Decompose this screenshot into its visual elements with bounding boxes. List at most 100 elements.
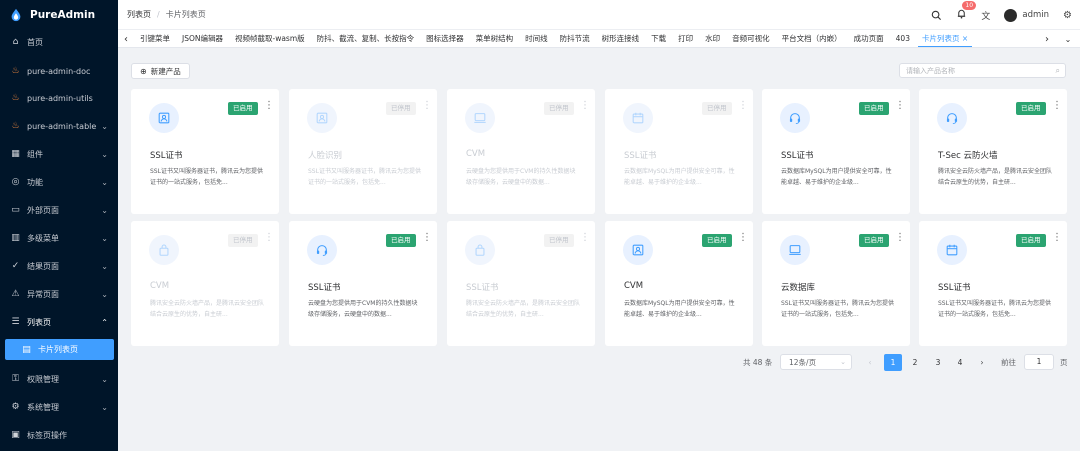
chevron-down-icon: ⌄ xyxy=(101,402,108,412)
sidebar-item-features[interactable]: ◎ 功能 ⌄ xyxy=(0,172,118,192)
tag-item[interactable]: 403 xyxy=(890,30,916,47)
product-card[interactable]: 已启用 ⋮ SSL证书 云硬盘为您提供用于CVM的持久性数据块级存储服务，云硬盘中的数… xyxy=(289,221,437,346)
breadcrumb-item[interactable]: 列表页 xyxy=(127,9,151,20)
tags-scroll-left-icon[interactable]: ‹ xyxy=(118,30,134,47)
translate-icon[interactable]: 文 xyxy=(981,9,990,22)
more-options-icon[interactable]: ⋮ xyxy=(1052,101,1062,111)
card-description: 云数据库MySQL为用户提供安全可靠，性能卓越、易于维护的企业级... xyxy=(781,168,892,186)
monitor-icon xyxy=(788,243,802,257)
page-button-2[interactable]: 2 xyxy=(906,354,924,371)
sidebar-item-system[interactable]: ⚙ 系统管理 ⌄ xyxy=(0,397,118,417)
sidebar-item-card-list[interactable]: ▤ 卡片列表页 xyxy=(5,339,114,360)
tags-scroll-right-icon[interactable]: › xyxy=(1039,30,1055,47)
tags-more-icon[interactable]: ⌄ xyxy=(1060,30,1076,47)
more-options-icon[interactable]: ⋮ xyxy=(1052,233,1062,243)
product-card[interactable]: 已停用 ⋮ SSL证书 云数据库MySQL为用户提供安全可靠，性能卓越、易于维护的企业… xyxy=(605,89,753,214)
sidebar-item-list-pages[interactable]: ☰ 列表页 ⌃ xyxy=(0,312,118,332)
sidebar-item-external-pages[interactable]: ▭ 外部页面 ⌄ xyxy=(0,200,118,220)
page-button-4[interactable]: 4 xyxy=(951,354,969,371)
product-icon-wrap xyxy=(623,235,653,265)
sidebar-item-label: 首页 xyxy=(27,37,43,47)
more-options-icon[interactable]: ⋮ xyxy=(895,101,905,111)
card-title: SSL证书 xyxy=(624,151,657,161)
sidebar-item-tab-operations[interactable]: ▣ 标签页操作 xyxy=(0,425,118,445)
tag-item[interactable]: 图标选择器 xyxy=(420,30,470,47)
tag-item[interactable]: 成功页面 xyxy=(848,30,890,47)
more-options-icon[interactable]: ⋮ xyxy=(264,233,274,243)
sidebar-item-permissions[interactable]: ⚿ 权限管理 ⌄ xyxy=(0,369,118,389)
product-card[interactable]: 已启用 ⋮ SSL证书 SSL证书又叫服务器证书，腾讯云为您提供证书的一站式服务，包括… xyxy=(131,89,279,214)
warning-icon: ⚠ xyxy=(11,289,20,299)
tag-item[interactable]: 树形连接线 xyxy=(596,30,646,47)
card-title: SSL证书 xyxy=(466,283,499,293)
tag-item[interactable]: 引键菜单 xyxy=(134,30,176,47)
pagination: 共 48 条 12条/页 ⌄ ‹ 1 2 3 4 › 前往 1 页 xyxy=(118,352,1080,372)
calendar-icon xyxy=(945,243,959,257)
bag-icon xyxy=(157,243,171,257)
tag-item[interactable]: 视频帧截取-wasm版 xyxy=(229,30,311,47)
tag-item-active[interactable]: 卡片列表页 × xyxy=(916,30,974,47)
sidebar-item-components[interactable]: ▦ 组件 ⌄ xyxy=(0,144,118,164)
product-card[interactable]: 已启用 ⋮ T-Sec 云防火墙 腾讯安全云防火墙产品，是腾讯云安全团队结合云原生的优… xyxy=(919,89,1067,214)
more-options-icon[interactable]: ⋮ xyxy=(422,101,432,111)
tag-item[interactable]: JSON编辑器 xyxy=(176,30,229,47)
next-page-button[interactable]: › xyxy=(973,354,991,371)
header-actions: 10 文 admin ⚙ xyxy=(931,0,1072,30)
chevron-down-icon: ⌄ xyxy=(101,149,108,159)
brand[interactable]: PureAdmin xyxy=(0,0,118,30)
sidebar-item-pure-admin-table[interactable]: ♨ pure-admin-table ⌄ xyxy=(0,116,118,136)
goto-label: 前往 xyxy=(1001,358,1016,367)
search-icon[interactable] xyxy=(931,10,942,21)
more-options-icon[interactable]: ⋮ xyxy=(738,101,748,111)
tag-item[interactable]: 打印 xyxy=(672,30,699,47)
product-card[interactable]: 已启用 ⋮ SSL证书 云数据库MySQL为用户提供安全可靠，性能卓越、易于维护的企业… xyxy=(762,89,910,214)
tag-item[interactable]: 防抖节流 xyxy=(554,30,596,47)
notification-button[interactable]: 10 xyxy=(956,1,977,22)
product-card[interactable]: 已启用 ⋮ 云数据库 SSL证书又叫服务器证书，腾讯云为您提供证书的一站式服务，包括免… xyxy=(762,221,910,346)
sidebar-item-label: 卡片列表页 xyxy=(38,345,78,354)
page-button-1[interactable]: 1 xyxy=(884,354,902,371)
product-card[interactable]: 已停用 ⋮ SSL证书 腾讯安全云防火墙产品，是腾讯云安全团队结合云原生的优势，自主研… xyxy=(447,221,595,346)
tag-item[interactable]: 时间线 xyxy=(519,30,554,47)
product-icon-wrap xyxy=(307,103,337,133)
user-menu[interactable]: admin xyxy=(1004,8,1049,22)
more-options-icon[interactable]: ⋮ xyxy=(738,233,748,243)
more-options-icon[interactable]: ⋮ xyxy=(895,233,905,243)
more-options-icon[interactable]: ⋮ xyxy=(580,101,590,111)
sidebar-item-home[interactable]: ⌂ 首页 xyxy=(0,32,118,52)
new-product-button[interactable]: ⊕ 新建产品 xyxy=(131,63,190,79)
more-options-icon[interactable]: ⋮ xyxy=(264,101,274,111)
tag-item[interactable]: 下载 xyxy=(645,30,672,47)
page-button-3[interactable]: 3 xyxy=(929,354,947,371)
page-size-select[interactable]: 12条/页 ⌄ xyxy=(780,354,852,370)
product-card[interactable]: 已启用 ⋮ CVM 云数据库MySQL为用户提供安全可靠，性能卓越、易于维护的企业级.… xyxy=(605,221,753,346)
status-badge: 已停用 xyxy=(228,234,258,247)
tag-item[interactable]: 防抖、截流、复制、长按指令 xyxy=(311,30,421,47)
sidebar-item-multilevel-menu[interactable]: ▥ 多级菜单 ⌄ xyxy=(0,228,118,248)
tag-item[interactable]: 音频可视化 xyxy=(726,30,776,47)
card-description: 云硬盘为您提供用于CVM的持久性数据块级存储服务，云硬盘中的数据... xyxy=(308,300,418,318)
sidebar-item-label: pure-admin-table xyxy=(27,121,97,131)
more-options-icon[interactable]: ⋮ xyxy=(580,233,590,243)
tag-item[interactable]: 菜单树结构 xyxy=(470,30,520,47)
product-card[interactable]: 已停用 ⋮ 人脸识别 SSL证书又叫服务器证书，腾讯云为您提供证书的一站式服务，包括免… xyxy=(289,89,437,214)
page-size-value: 12条/页 xyxy=(789,357,817,367)
sidebar-item-pure-admin-utils[interactable]: ♨ pure-admin-utils xyxy=(0,88,118,108)
sidebar-item-result-pages[interactable]: ✓ 结果页面 ⌄ xyxy=(0,256,118,276)
product-card[interactable]: 已启用 ⋮ SSL证书 SSL证书又叫服务器证书，腾讯云为您提供证书的一站式服务，包括… xyxy=(919,221,1067,346)
product-card[interactable]: 已停用 ⋮ CVM 云硬盘为您提供用于CVM的持久性数据块级存储服务，云硬盘中的数据.… xyxy=(447,89,595,214)
chevron-down-icon: ⌄ xyxy=(840,358,846,366)
more-options-icon[interactable]: ⋮ xyxy=(422,233,432,243)
tag-item[interactable]: 水印 xyxy=(699,30,726,47)
tag-item[interactable]: 平台文档（内嵌） xyxy=(776,30,848,47)
bag-icon xyxy=(473,243,487,257)
prev-page-button[interactable]: ‹ xyxy=(861,354,879,371)
sidebar-item-pure-admin-doc[interactable]: ♨ pure-admin-doc xyxy=(0,61,118,81)
settings-icon[interactable]: ⚙ xyxy=(1063,10,1072,21)
product-card[interactable]: 已停用 ⋮ CVM 腾讯安全云防火墙产品，是腾讯云安全团队结合云原生的优势，自主研..… xyxy=(131,221,279,346)
search-input[interactable]: 请输入产品名称 ⌕ xyxy=(899,63,1066,78)
avatar xyxy=(1004,8,1018,22)
sidebar-item-label: 系统管理 xyxy=(27,402,59,412)
sidebar-item-error-pages[interactable]: ⚠ 异常页面 ⌄ xyxy=(0,284,118,304)
goto-page-input[interactable]: 1 xyxy=(1024,354,1054,370)
